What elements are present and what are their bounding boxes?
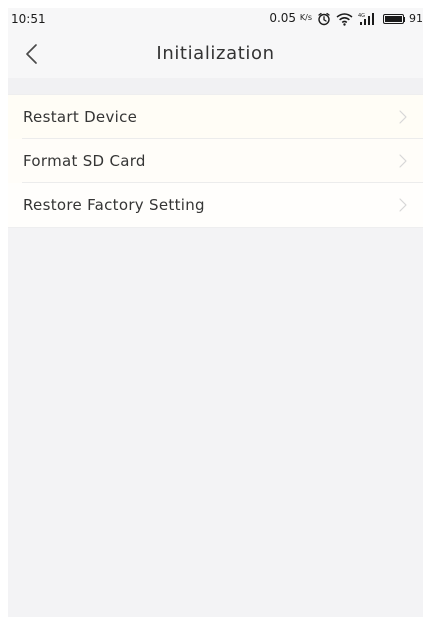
battery-icon — [383, 14, 404, 24]
alarm-icon — [317, 11, 331, 27]
section-spacer — [8, 78, 423, 94]
restore-factory-setting-label: Restore Factory Setting — [23, 196, 205, 214]
signal-icon: 4G — [358, 11, 378, 27]
wifi-icon — [336, 11, 353, 27]
page-title: Initialization — [156, 43, 275, 64]
chevron-right-icon — [398, 153, 408, 169]
battery-level: 91 — [409, 12, 423, 25]
restart-device-label: Restart Device — [23, 108, 138, 126]
network-speed: 0.05 K/s — [269, 8, 312, 31]
restart-device-item[interactable]: Restart Device — [8, 95, 423, 139]
status-time: 10:51 — [11, 12, 46, 26]
battery-indicator: 91 — [383, 8, 423, 30]
network-speed-value: 0.05 — [269, 11, 297, 25]
chevron-right-icon — [398, 109, 408, 125]
app-screen: 10:51 0.05 K/s 4G 91 Initialization Rest… — [0, 0, 423, 617]
status-icons: 0.05 K/s 4G 91 — [269, 8, 423, 30]
format-sd-card-label: Format SD Card — [23, 152, 146, 170]
battery-fill — [385, 16, 402, 22]
chevron-right-icon — [398, 197, 408, 213]
svg-text:4G: 4G — [358, 13, 365, 19]
restore-factory-setting-item[interactable]: Restore Factory Setting — [8, 183, 423, 227]
initialization-menu: Restart Device Format SD Card Restore Fa… — [8, 94, 423, 228]
status-bar: 10:51 0.05 K/s 4G 91 — [8, 8, 423, 30]
format-sd-card-item[interactable]: Format SD Card — [8, 139, 423, 183]
page-header: Initialization — [8, 30, 423, 79]
network-speed-unit: K/s — [299, 13, 312, 22]
phone-frame: 10:51 0.05 K/s 4G 91 Initialization Rest… — [8, 8, 423, 617]
